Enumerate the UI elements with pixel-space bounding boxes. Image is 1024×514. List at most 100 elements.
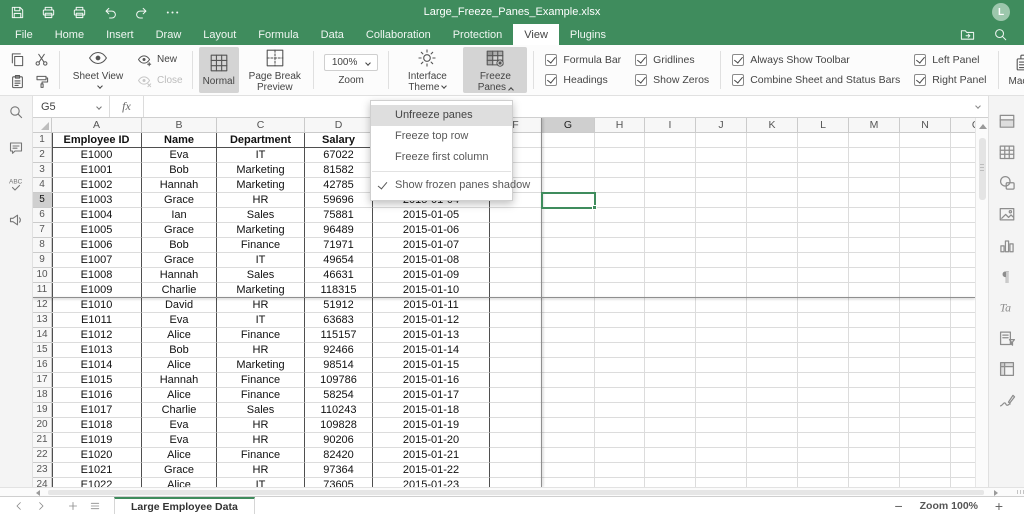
- feedback-icon[interactable]: [8, 212, 24, 228]
- cell-k22[interactable]: [747, 448, 798, 463]
- cell-e7[interactable]: 2015-01-06: [373, 223, 490, 238]
- cell-n21[interactable]: [900, 433, 951, 448]
- cell-c5[interactable]: HR: [217, 193, 305, 208]
- row-header-11[interactable]: 11: [33, 283, 52, 298]
- formula-bar-collapse-button[interactable]: [973, 101, 988, 113]
- cell-h21[interactable]: [595, 433, 645, 448]
- cell-b19[interactable]: Charlie: [142, 403, 217, 418]
- cell-l22[interactable]: [798, 448, 849, 463]
- cell-o15[interactable]: [951, 343, 975, 358]
- cell-h11[interactable]: [595, 283, 645, 298]
- cell-l23[interactable]: [798, 463, 849, 478]
- cell-m2[interactable]: [849, 148, 900, 163]
- cell-g11[interactable]: [542, 283, 595, 298]
- row-header-13[interactable]: 13: [33, 313, 52, 328]
- signature-settings-icon[interactable]: [998, 391, 1016, 409]
- cell-h9[interactable]: [595, 253, 645, 268]
- row-header-17[interactable]: 17: [33, 373, 52, 388]
- tab-file[interactable]: File: [4, 24, 44, 45]
- cell-n23[interactable]: [900, 463, 951, 478]
- menu-item-freeze-first-column[interactable]: Freeze first column: [371, 147, 512, 168]
- cell-c9[interactable]: IT: [217, 253, 305, 268]
- cell-h4[interactable]: [595, 178, 645, 193]
- checkbox-right-panel[interactable]: Right Panel: [914, 74, 986, 86]
- cell-l17[interactable]: [798, 373, 849, 388]
- cell-d17[interactable]: 109786: [305, 373, 373, 388]
- cell-m4[interactable]: [849, 178, 900, 193]
- cell-k14[interactable]: [747, 328, 798, 343]
- row-header-14[interactable]: 14: [33, 328, 52, 343]
- cell-o20[interactable]: [951, 418, 975, 433]
- cell-e6[interactable]: 2015-01-05: [373, 208, 490, 223]
- cell-d19[interactable]: 110243: [305, 403, 373, 418]
- cell-n13[interactable]: [900, 313, 951, 328]
- cell-o24[interactable]: [951, 478, 975, 487]
- cell-g12[interactable]: [542, 298, 595, 313]
- cell-a19[interactable]: E1017: [52, 403, 142, 418]
- cell-o14[interactable]: [951, 328, 975, 343]
- cell-a24[interactable]: E1022: [52, 478, 142, 487]
- row-header-16[interactable]: 16: [33, 358, 52, 373]
- cell-f23[interactable]: [490, 463, 542, 478]
- cell-b1[interactable]: Name: [142, 133, 217, 148]
- row-header-23[interactable]: 23: [33, 463, 52, 478]
- cell-h20[interactable]: [595, 418, 645, 433]
- cell-m13[interactable]: [849, 313, 900, 328]
- cell-m12[interactable]: [849, 298, 900, 313]
- cell-f20[interactable]: [490, 418, 542, 433]
- zoom-out-button[interactable]: −: [892, 497, 906, 514]
- cell-k16[interactable]: [747, 358, 798, 373]
- cell-a18[interactable]: E1016: [52, 388, 142, 403]
- cell-a15[interactable]: E1013: [52, 343, 142, 358]
- cell-i16[interactable]: [645, 358, 696, 373]
- tab-collaboration[interactable]: Collaboration: [355, 24, 442, 45]
- row-header-2[interactable]: 2: [33, 148, 52, 163]
- cell-k20[interactable]: [747, 418, 798, 433]
- cell-m23[interactable]: [849, 463, 900, 478]
- cell-c1[interactable]: Department: [217, 133, 305, 148]
- cell-g2[interactable]: [542, 148, 595, 163]
- cell-c4[interactable]: Marketing: [217, 178, 305, 193]
- cell-b5[interactable]: Grace: [142, 193, 217, 208]
- cell-b6[interactable]: Ian: [142, 208, 217, 223]
- cell-n16[interactable]: [900, 358, 951, 373]
- next-sheet-icon[interactable]: [34, 497, 48, 514]
- cell-g15[interactable]: [542, 343, 595, 358]
- freeze-panes-button[interactable]: Freeze Panes: [463, 47, 527, 93]
- cell-n5[interactable]: [900, 193, 951, 208]
- cell-b21[interactable]: Eva: [142, 433, 217, 448]
- cell-n14[interactable]: [900, 328, 951, 343]
- zoom-select[interactable]: 100%: [324, 54, 379, 71]
- cell-l5[interactable]: [798, 193, 849, 208]
- cell-d10[interactable]: 46631: [305, 268, 373, 283]
- cell-k9[interactable]: [747, 253, 798, 268]
- cell-m14[interactable]: [849, 328, 900, 343]
- tab-home[interactable]: Home: [44, 24, 95, 45]
- checkbox-formula-bar[interactable]: Formula Bar: [545, 54, 621, 66]
- cell-k17[interactable]: [747, 373, 798, 388]
- cell-a8[interactable]: E1006: [52, 238, 142, 253]
- cell-l1[interactable]: [798, 133, 849, 148]
- cell-h15[interactable]: [595, 343, 645, 358]
- redo-icon[interactable]: [134, 5, 149, 20]
- cell-a10[interactable]: E1008: [52, 268, 142, 283]
- cell-a7[interactable]: E1005: [52, 223, 142, 238]
- cell-h6[interactable]: [595, 208, 645, 223]
- row-header-20[interactable]: 20: [33, 418, 52, 433]
- cell-k5[interactable]: [747, 193, 798, 208]
- row-header-15[interactable]: 15: [33, 343, 52, 358]
- row-header-5[interactable]: 5: [33, 193, 52, 208]
- cell-j1[interactable]: [696, 133, 747, 148]
- cell-j8[interactable]: [696, 238, 747, 253]
- cell-g20[interactable]: [542, 418, 595, 433]
- cell-n17[interactable]: [900, 373, 951, 388]
- cell-h18[interactable]: [595, 388, 645, 403]
- cell-c10[interactable]: Sales: [217, 268, 305, 283]
- menu-item-freeze-top-row[interactable]: Freeze top row: [371, 126, 512, 147]
- cell-settings-icon[interactable]: [998, 112, 1016, 130]
- cell-b18[interactable]: Alice: [142, 388, 217, 403]
- cell-a4[interactable]: E1002: [52, 178, 142, 193]
- cell-i17[interactable]: [645, 373, 696, 388]
- cell-c19[interactable]: Sales: [217, 403, 305, 418]
- cell-m10[interactable]: [849, 268, 900, 283]
